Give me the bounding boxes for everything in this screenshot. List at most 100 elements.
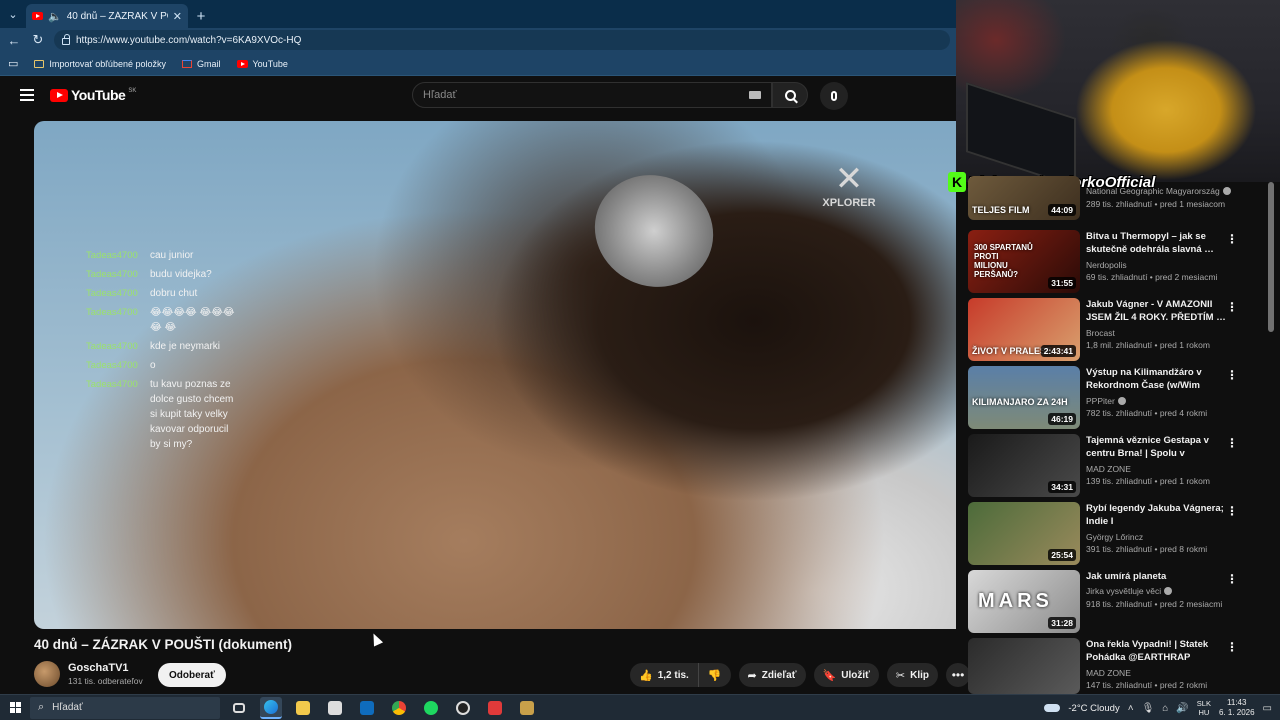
- related-channel[interactable]: National Geographic Magyarország: [1086, 186, 1231, 196]
- more-vertical-icon[interactable]: ⋮: [1226, 300, 1238, 314]
- related-video[interactable]: Ona řekla Vypadni! | Statek Pohádka @EAR…: [968, 638, 1268, 702]
- favorite-import[interactable]: Importovať obľúbené položky: [34, 59, 166, 69]
- more-vertical-icon[interactable]: ⋮: [1226, 640, 1238, 654]
- related-channel[interactable]: MAD ZONE: [1086, 464, 1131, 474]
- network-icon[interactable]: ⌂: [1162, 703, 1168, 714]
- related-title[interactable]: Výstup na Kilimandžáro v Rekordnom Čase …: [1086, 366, 1226, 394]
- favorite-youtube[interactable]: YouTube: [236, 59, 288, 69]
- video-thumbnail[interactable]: TELJES FILM 44:09: [968, 176, 1080, 220]
- related-title[interactable]: Jakub Vágner - V AMAZONII JSEM ŽIL 4 ROK…: [1086, 298, 1226, 324]
- edge-logo: [264, 699, 278, 714]
- more-actions-button[interactable]: •••: [946, 663, 971, 687]
- related-channel[interactable]: Jirka vysvětluje věci: [1086, 586, 1173, 596]
- related-channel[interactable]: Brocast: [1086, 328, 1115, 338]
- share-button[interactable]: ➦ Zdieľať: [738, 663, 806, 687]
- microphone-icon: [831, 91, 837, 101]
- edge-icon[interactable]: [260, 696, 282, 719]
- reading-list-icon[interactable]: ▭: [8, 57, 18, 70]
- microphone-tray-icon[interactable]: 🎙: [1142, 703, 1155, 714]
- new-tab-button[interactable]: +: [188, 4, 214, 28]
- clock[interactable]: 11:43 6. 1. 2026: [1219, 698, 1255, 718]
- webcam-overlay: [956, 0, 1280, 182]
- chevron-up-icon[interactable]: ˄: [1128, 703, 1134, 714]
- related-video[interactable]: 25:54 Rybí legendy Jakuba Vágnera; Indie…: [968, 502, 1268, 566]
- related-video[interactable]: MARS 31:28 Jak umírá planeta Jirka vysvě…: [968, 570, 1268, 634]
- clip-button[interactable]: ✂ Klip: [886, 663, 939, 687]
- related-channel[interactable]: MAD ZONE: [1086, 668, 1131, 678]
- video-thumbnail[interactable]: 25:54: [968, 502, 1080, 565]
- favorite-gmail[interactable]: Gmail: [181, 59, 221, 69]
- chrome-icon[interactable]: [388, 697, 410, 719]
- chat-username: Tadeas4700: [86, 360, 138, 371]
- related-meta: 139 tis. zhliadnutí • pred 1 rokom: [1086, 476, 1210, 486]
- related-video[interactable]: 300 SPARTANŮ PROTI MILIONU PERŠANŮ? 31:5…: [968, 230, 1268, 294]
- taskbar-search[interactable]: ⌕ Hľadať: [30, 696, 220, 719]
- related-title[interactable]: Tajemná věznice Gestapa v centru Brna! |…: [1086, 434, 1226, 462]
- dislike-button[interactable]: 👎: [698, 663, 731, 687]
- outlook-icon[interactable]: [356, 697, 378, 719]
- related-channel[interactable]: PPPiter: [1086, 396, 1126, 406]
- video-thumbnail[interactable]: KILIMANJARO ZA 24H 46:19: [968, 366, 1080, 429]
- related-scrollbar[interactable]: [1268, 182, 1274, 332]
- spotify-icon[interactable]: [420, 697, 442, 719]
- video-duration: 2:43:41: [1040, 345, 1076, 357]
- chat-username: Tadeas4700: [86, 379, 138, 390]
- store-icon[interactable]: [324, 697, 346, 719]
- channel-name[interactable]: GoschaTV1: [68, 662, 143, 674]
- related-video[interactable]: KILIMANJARO ZA 24H 46:19 Výstup na Kilim…: [968, 366, 1268, 430]
- related-meta: 289 tis. zhliadnutí • pred 1 mesiacom: [1086, 199, 1226, 209]
- search-icon: ⌕: [38, 701, 45, 713]
- video-thumbnail[interactable]: 34:31: [968, 434, 1080, 497]
- browser-tab-active[interactable]: 🔈 40 dnů – ZÁZRAK V POUŠTI | … ✕: [26, 4, 188, 28]
- file-explorer-icon[interactable]: [292, 697, 314, 719]
- related-channel[interactable]: György Lőrincz: [1086, 532, 1143, 542]
- related-title[interactable]: Ona řekla Vypadni! | Statek Pohádka @EAR…: [1086, 638, 1226, 664]
- notifications-icon[interactable]: ▭: [1263, 703, 1272, 714]
- channel-info[interactable]: GoschaTV1 131 tis. odberateľov: [34, 661, 143, 687]
- more-vertical-icon[interactable]: ⋮: [1226, 436, 1238, 450]
- app-red-icon[interactable]: [484, 697, 506, 719]
- video-thumbnail[interactable]: 300 SPARTANŮ PROTI MILIONU PERŠANŮ? 31:5…: [968, 230, 1080, 293]
- volume-icon[interactable]: 🔊: [1176, 703, 1188, 714]
- video-thumbnail[interactable]: ŽIVOT V PRALESE 2:43:41: [968, 298, 1080, 361]
- related-channel[interactable]: Nerdopolis: [1086, 260, 1127, 270]
- video-thumbnail[interactable]: MARS 31:28: [968, 570, 1080, 633]
- language-indicator[interactable]: SLK HU: [1197, 699, 1211, 717]
- subscribe-button[interactable]: Odoberať: [158, 663, 226, 687]
- more-vertical-icon[interactable]: ⋮: [1226, 368, 1238, 382]
- tab-actions-icon[interactable]: ⌄: [0, 0, 26, 28]
- league-icon[interactable]: [516, 697, 538, 719]
- lock-icon[interactable]: [62, 33, 70, 45]
- close-tab-icon[interactable]: ✕: [173, 10, 182, 23]
- outlook-shape: [360, 700, 374, 715]
- task-view-icon[interactable]: [228, 697, 250, 719]
- weather-text[interactable]: -2°C Cloudy: [1068, 703, 1119, 714]
- video-actions: 👍 1,2 tis. 👎 ➦ Zdieľať 🔖 Uložiť ✂ Klip •…: [630, 663, 971, 687]
- related-video[interactable]: ŽIVOT V PRALESE 2:43:41 Jakub Vágner - V…: [968, 298, 1268, 362]
- search-input[interactable]: Hľadať: [412, 82, 772, 108]
- like-button[interactable]: 👍 1,2 tis.: [630, 663, 699, 687]
- back-icon[interactable]: ←: [6, 33, 22, 48]
- video-thumbnail[interactable]: [968, 638, 1080, 694]
- more-vertical-icon[interactable]: ⋮: [1226, 572, 1238, 586]
- related-title[interactable]: Bitva u Thermopyl – jak se skutečně odeh…: [1086, 230, 1226, 256]
- related-title[interactable]: Jak umírá planeta: [1086, 570, 1226, 583]
- youtube-logo[interactable]: YouTube SK: [50, 87, 136, 103]
- watermark-x-icon: ✕: [834, 160, 864, 198]
- start-button[interactable]: [0, 695, 30, 720]
- menu-icon[interactable]: [20, 89, 34, 101]
- refresh-icon[interactable]: ↻: [30, 32, 46, 48]
- more-vertical-icon[interactable]: ⋮: [1226, 504, 1238, 518]
- speaker-icon[interactable]: 🔈: [48, 10, 62, 23]
- url-field[interactable]: https://www.youtube.com/watch?v=6KA9XVOc…: [54, 30, 950, 50]
- search-button[interactable]: [772, 82, 808, 108]
- obs-icon[interactable]: [452, 697, 474, 719]
- store-shape: [328, 700, 342, 715]
- more-vertical-icon[interactable]: ⋮: [1226, 232, 1238, 246]
- related-title[interactable]: Rybí legendy Jakuba Vágnera; Indie I: [1086, 502, 1226, 528]
- related-video[interactable]: 34:31 Tajemná věznice Gestapa v centru B…: [968, 434, 1268, 498]
- voice-search-button[interactable]: [820, 82, 848, 110]
- save-button[interactable]: 🔖 Uložiť: [813, 663, 879, 687]
- keyboard-icon[interactable]: [749, 91, 761, 99]
- channel-avatar[interactable]: [34, 661, 60, 687]
